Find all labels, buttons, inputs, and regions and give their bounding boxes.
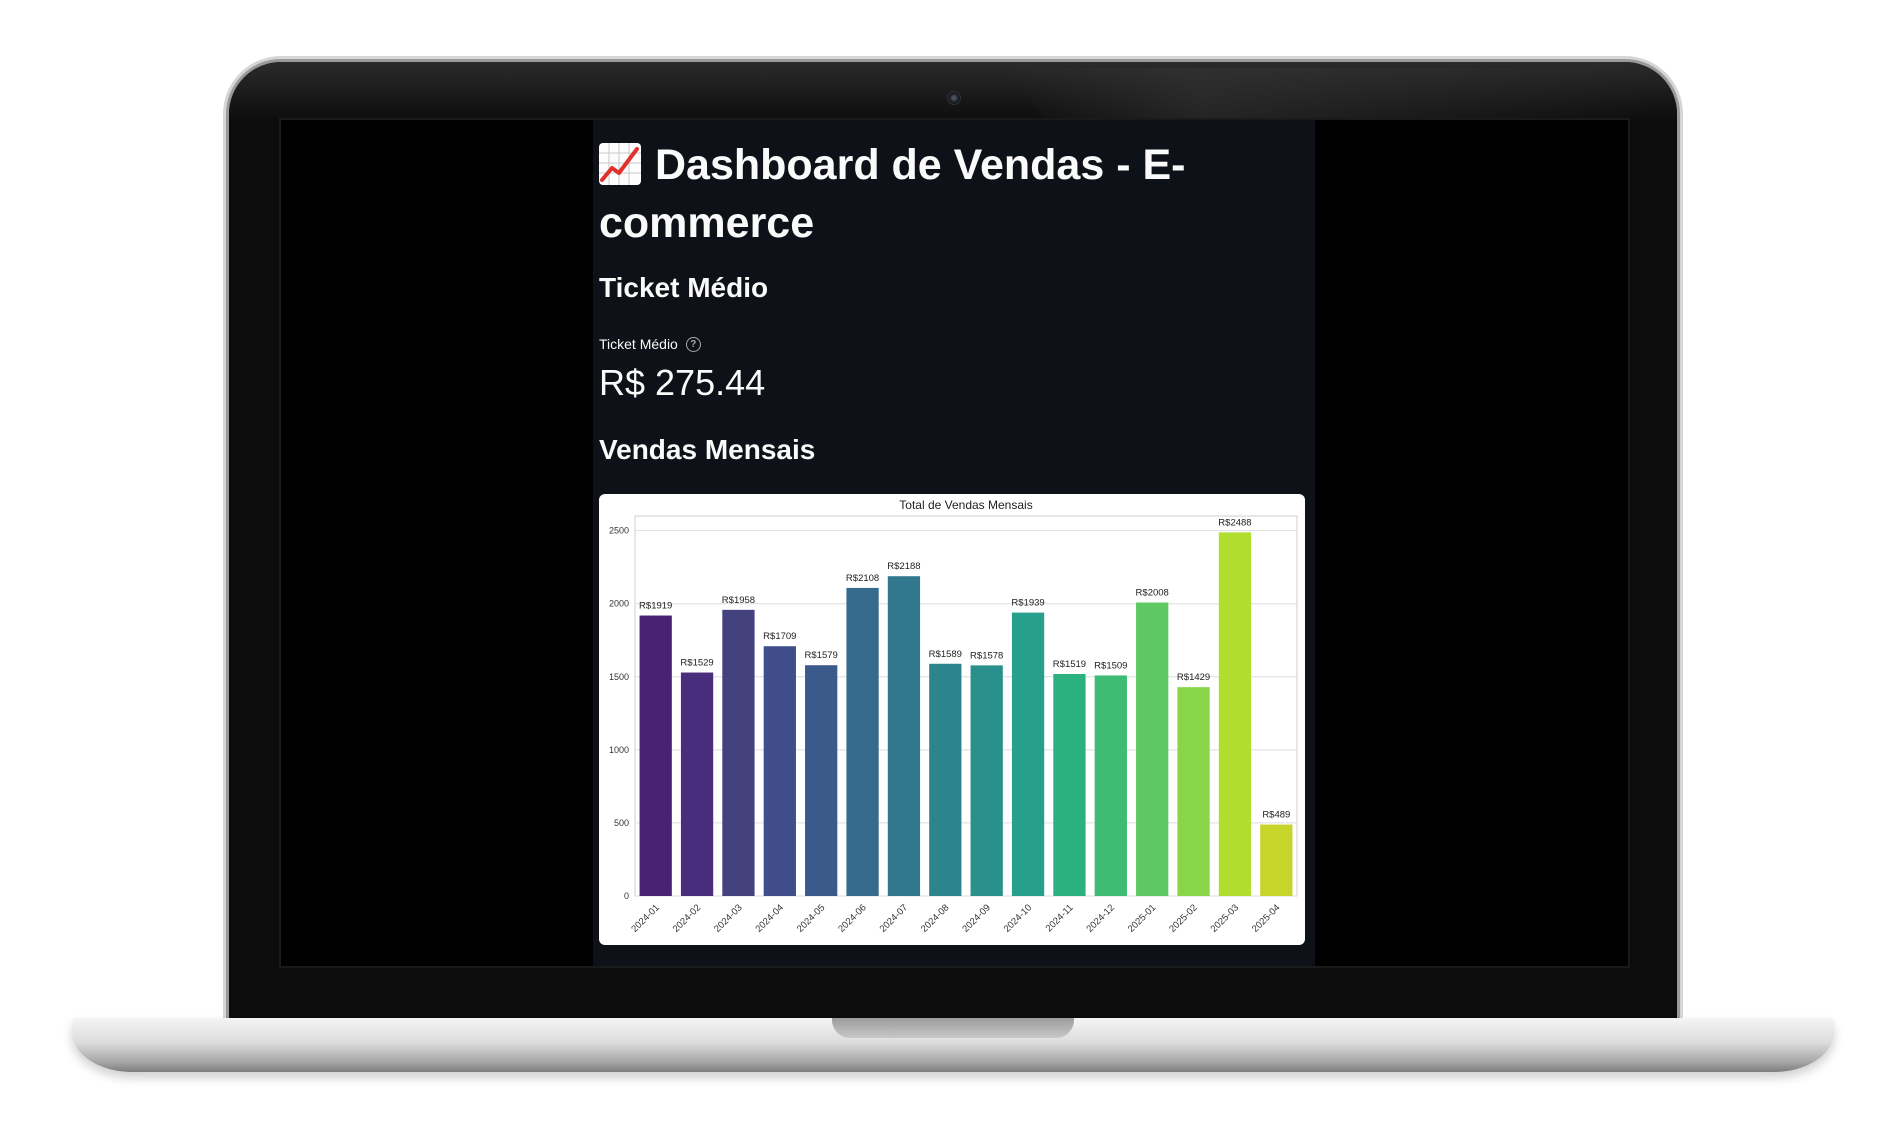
x-tick-label: 2024-04 — [753, 902, 785, 934]
data-label: R$489 — [1262, 810, 1290, 821]
x-tick-label: 2025-03 — [1209, 902, 1241, 934]
bar — [763, 646, 796, 896]
y-tick-label: 2000 — [609, 599, 629, 609]
bar — [1011, 612, 1045, 896]
data-label: R$1589 — [929, 649, 962, 660]
x-tick-label: 2024-09 — [960, 902, 992, 934]
bar — [1260, 824, 1293, 896]
data-label: R$2188 — [887, 561, 920, 572]
x-tick-label: 2024-07 — [878, 902, 910, 934]
bar — [680, 672, 714, 896]
metric-value: R$ 275.44 — [599, 362, 766, 403]
bar — [805, 665, 838, 896]
question-circle-icon[interactable]: ? — [685, 336, 701, 352]
data-label: R$1509 — [1094, 660, 1127, 671]
data-label: R$2008 — [1136, 588, 1169, 599]
ticket-heading: Ticket Médio — [599, 272, 769, 303]
x-tick-label: 2025-04 — [1250, 902, 1282, 934]
camera-icon — [947, 91, 961, 105]
x-tick-label: 2024-03 — [712, 902, 744, 934]
x-tick-label: 2024-01 — [629, 902, 661, 934]
sales-chart-svg: Total de Vendas Mensais R$1919 R$1529 R$19… — [609, 498, 1298, 935]
data-label: R$2108 — [846, 573, 879, 584]
data-label: R$1709 — [763, 631, 796, 642]
chart-increasing-icon — [599, 143, 641, 185]
app-main: Dashboard de Vendas - E-commerce Ticket … — [593, 120, 1315, 966]
bar — [1136, 602, 1169, 896]
data-label: R$1919 — [639, 601, 672, 612]
y-tick-label: 2500 — [609, 526, 629, 536]
metric-label: Ticket Médio ? — [599, 336, 701, 352]
chart-title: Total de Vendas Mensais — [899, 498, 1032, 512]
y-tick-label: 0 — [624, 891, 629, 901]
bar — [970, 665, 1003, 896]
x-tick-label: 2025-01 — [1126, 902, 1158, 934]
laptop-screen: Dashboard de Vendas - E-commerce Ticket … — [279, 118, 1630, 968]
bar — [722, 609, 755, 896]
y-tick-label: 1000 — [609, 745, 629, 755]
bar — [639, 615, 672, 896]
y-tick-label: 500 — [614, 818, 629, 828]
data-label: R$1578 — [970, 650, 1003, 661]
x-tick-label: 2024-08 — [919, 902, 951, 934]
bar — [929, 663, 962, 896]
y-tick-label: 1500 — [609, 672, 629, 682]
page-title: Dashboard de Vendas - E-commerce — [599, 136, 1299, 252]
bar — [1094, 675, 1127, 896]
sales-heading: Vendas Mensais — [599, 434, 816, 465]
data-label: R$2488 — [1218, 517, 1251, 528]
data-label: R$1529 — [680, 658, 713, 669]
data-label: R$1519 — [1053, 659, 1086, 670]
x-tick-label: 2025-02 — [1167, 902, 1199, 934]
data-label: R$1579 — [805, 650, 838, 661]
laptop-hinge-notch — [832, 1018, 1074, 1038]
data-label: R$1939 — [1011, 598, 1044, 609]
bar — [887, 576, 921, 896]
data-label: R$1429 — [1177, 672, 1210, 683]
metric-label-text: Ticket Médio — [599, 336, 678, 352]
bar — [1218, 532, 1252, 896]
x-tick-label: 2024-06 — [836, 902, 868, 934]
sales-chart: Total de Vendas Mensais R$1919 R$1529 R$19… — [599, 494, 1305, 945]
data-label: R$1958 — [722, 595, 755, 606]
x-tick-label: 2024-05 — [795, 902, 827, 934]
bar — [846, 587, 879, 896]
x-tick-label: 2024-10 — [1002, 902, 1034, 934]
x-tick-label: 2024-11 — [1044, 902, 1076, 934]
bezel-glare — [1009, 68, 1649, 124]
bar — [1053, 673, 1086, 896]
bar — [1177, 687, 1210, 896]
page-title-text: Dashboard de Vendas - E-commerce — [599, 141, 1186, 247]
x-tick-label: 2024-12 — [1084, 902, 1116, 934]
x-tick-label: 2024-02 — [671, 902, 703, 934]
